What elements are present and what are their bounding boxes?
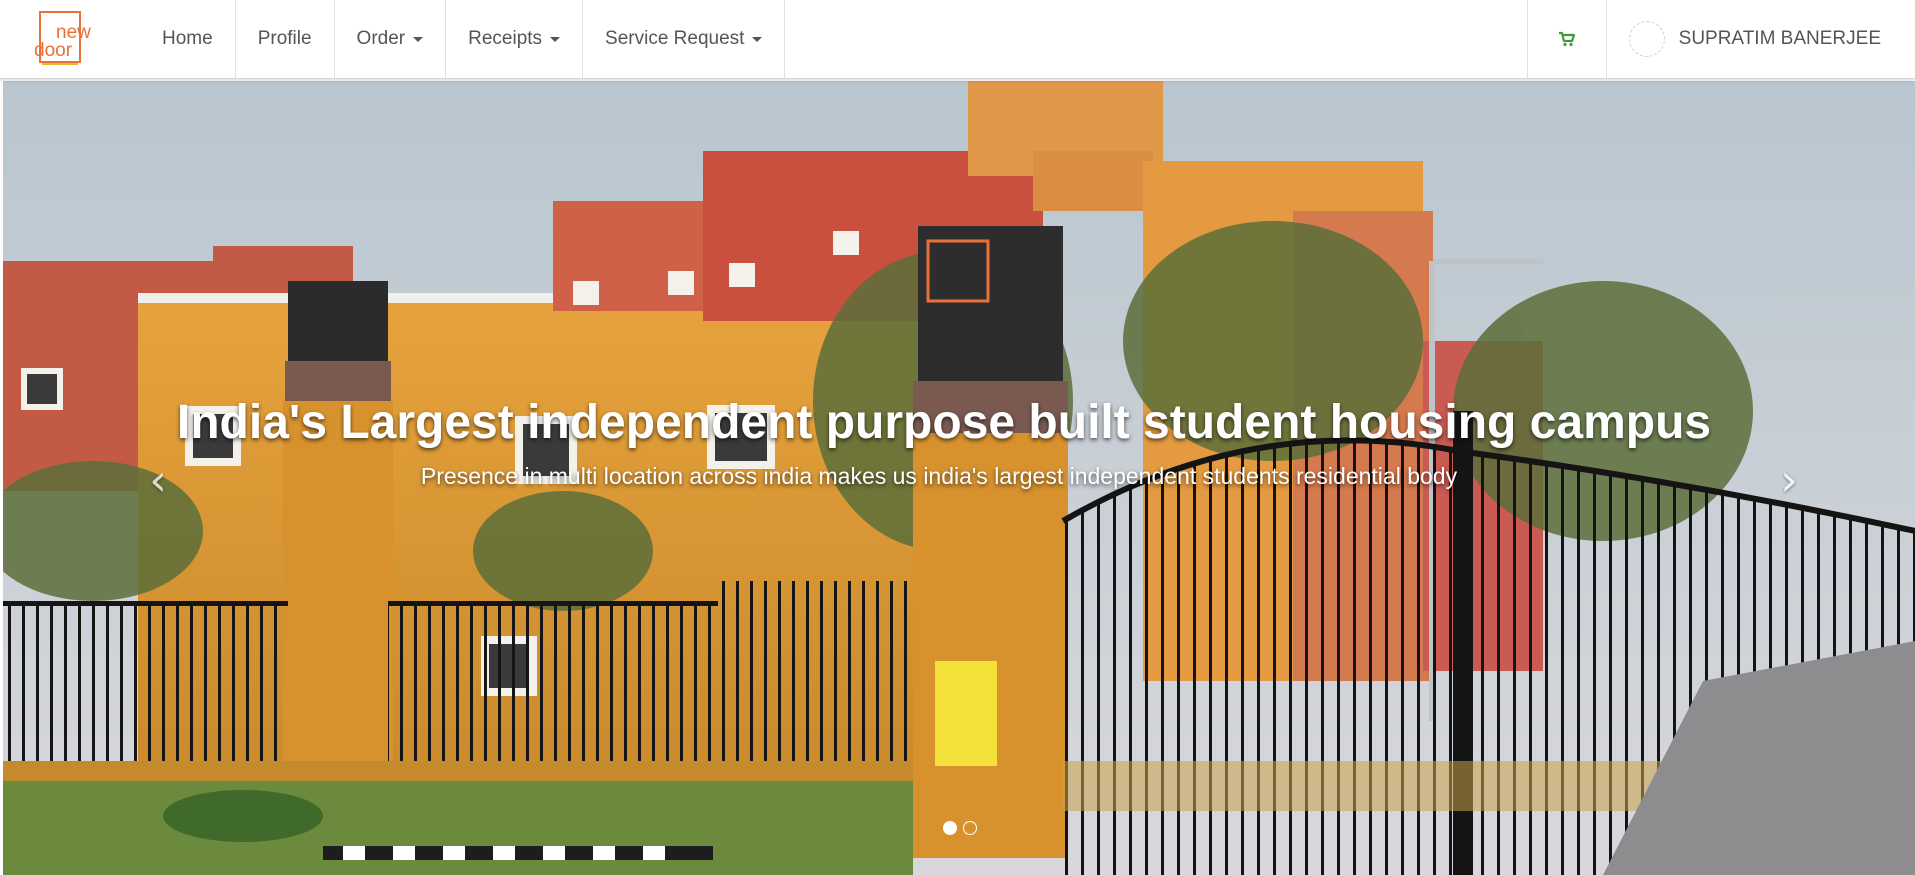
hero-subtitle: Presence in multi location across india …	[420, 463, 1458, 489]
top-navbar: new door Home Profile Order Receipts Ser…	[0, 0, 1915, 79]
avatar	[1628, 21, 1665, 57]
caret-down-icon	[550, 36, 561, 42]
carousel-indicator-2[interactable]	[963, 821, 977, 835]
nav-order-dropdown[interactable]: Order	[335, 0, 447, 78]
caret-down-icon	[413, 36, 424, 42]
nav-profile[interactable]: Profile	[236, 0, 335, 78]
chevron-right-icon: ›	[1780, 455, 1798, 506]
newdoor-logo: new door	[34, 11, 91, 65]
brand-logo[interactable]: new door	[0, 0, 140, 78]
cart-button[interactable]	[1526, 0, 1606, 78]
user-name: SUPRATIM BANERJEE	[1678, 28, 1881, 49]
carousel-indicators	[943, 821, 977, 835]
carousel-prev-button[interactable]: ‹	[138, 451, 178, 511]
nav-receipts-label: Receipts	[468, 28, 543, 49]
nav-service-request-label: Service Request	[605, 28, 745, 49]
caret-down-icon	[752, 36, 763, 42]
nav-home-label: Home	[162, 28, 213, 49]
chevron-left-icon: ‹	[149, 455, 167, 506]
hero-title: India's Largest independent purpose buil…	[176, 396, 1712, 449]
carousel-indicator-1[interactable]	[943, 821, 957, 835]
hero-carousel: India's Largest independent purpose buil…	[3, 81, 1915, 875]
main-nav: Home Profile Order Receipts Service Requ…	[140, 0, 786, 78]
user-menu[interactable]: SUPRATIM BANERJEE	[1605, 0, 1915, 78]
nav-service-request-dropdown[interactable]: Service Request	[583, 0, 786, 78]
carousel-next-button[interactable]: ›	[1769, 451, 1809, 511]
nav-receipts-dropdown[interactable]: Receipts	[446, 0, 584, 78]
shopping-cart-icon	[1558, 31, 1575, 47]
svg-text:door: door	[34, 40, 73, 61]
user-nav: SUPRATIM BANERJEE	[1526, 0, 1915, 78]
nav-home[interactable]: Home	[140, 0, 236, 78]
nav-order-label: Order	[356, 28, 406, 49]
nav-profile-label: Profile	[257, 28, 312, 49]
